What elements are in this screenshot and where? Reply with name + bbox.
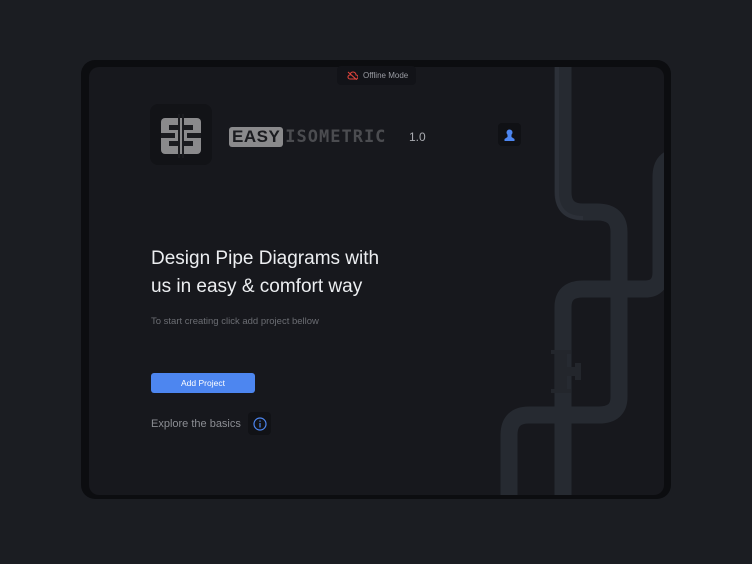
logo-icon [161,113,201,158]
hero-subtitle: To start creating click add project bell… [151,316,319,327]
add-project-button[interactable]: Add Project [151,373,255,393]
hero-title: Design Pipe Diagrams with us in easy & c… [151,245,411,301]
info-icon [252,416,267,431]
explore-basics-link[interactable]: Explore the basics [151,418,241,430]
user-button[interactable] [498,123,521,146]
offline-label: Offline Mode [363,71,409,80]
user-icon [504,129,515,141]
brand-wordmark: EASY ISOMETRIC [229,127,386,147]
offline-mode-badge: Offline Mode [337,66,416,85]
hero-title-line1: Design Pipe Diagrams with [151,248,380,269]
info-button[interactable] [248,412,271,435]
brand-easy: EASY [229,127,284,147]
cloud-off-icon [347,71,358,80]
app-logo [150,104,212,165]
brand-isometric: ISOMETRIC [285,127,387,147]
tee-fitting [551,350,581,393]
version-label: 1.0 [409,130,426,144]
hero-title-line2: us in easy & comfort way [151,276,363,297]
